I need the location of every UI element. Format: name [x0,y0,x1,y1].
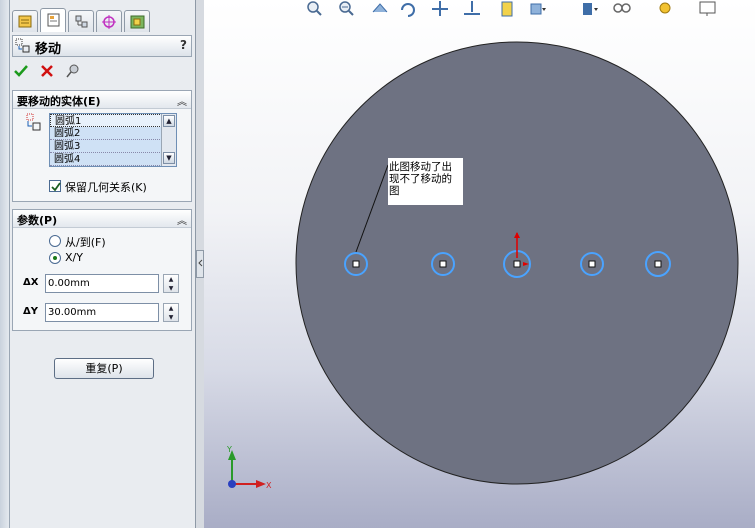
feature-title: 移动 [35,42,62,57]
keep-relations-label: 保留几何关系(K) [65,181,147,194]
collapse-icon[interactable]: ︽ [177,212,187,227]
annotation-line-2: 现不了移动的 [389,172,452,185]
from-to-label: 从/到(F) [65,236,106,249]
cancel-button[interactable] [38,62,56,80]
entities-listbox[interactable]: 圆弧1 圆弧2 圆弧3 圆弧4 ▲ ▼ [49,113,177,167]
feature-tree-icon [18,15,32,28]
property-manager-tab[interactable] [40,8,66,32]
list-item[interactable]: 圆弧3 [50,140,162,153]
delta-y-field[interactable]: 30.00mm [45,303,159,322]
scroll-up-arrow-icon[interactable]: ▲ [163,115,175,127]
spin-down-icon[interactable]: ▼ [164,284,178,293]
collapse-icon[interactable]: ︽ [177,93,187,108]
spin-down-icon[interactable]: ▼ [164,313,178,322]
listbox-scrollbar[interactable]: ▲ ▼ [161,114,176,166]
dimxpert-tab[interactable] [96,10,122,32]
parameters-group-header[interactable]: 参数(P) ︽ [13,210,191,228]
delta-x-spinner[interactable]: ▲ ▼ [163,274,179,293]
feature-manager-tab[interactable] [12,10,38,32]
configuration-manager-tab[interactable] [68,10,94,32]
list-item[interactable]: 圆弧4 [50,153,162,166]
display-icon [130,15,145,29]
xy-radio[interactable] [49,252,61,264]
property-icon [47,13,60,27]
annotation-line-1: 此图移动了出 [389,160,452,173]
checkmark-icon [51,182,61,192]
entities-to-move-group: 要移动的实体(E) ︽ 圆弧1 圆弧2 圆弧3 圆弧4 ▲ ▼ 保留几何关系(K… [12,90,192,202]
manager-tabs [10,8,196,34]
repeat-button[interactable]: 重复(P) [54,358,154,379]
check-icon [14,65,28,77]
configuration-icon [75,15,88,28]
crosshair-icon [102,15,116,29]
list-item[interactable]: 圆弧1 [50,114,162,127]
reference-triad: Y X [226,445,272,490]
scroll-down-arrow-icon[interactable]: ▼ [163,152,175,164]
collapse-panel-icon [198,259,203,267]
from-to-radio[interactable] [49,235,61,247]
feature-title-bar: 移动 ? [12,35,192,57]
x-icon [41,65,53,77]
pin-button[interactable] [64,62,82,80]
entities-group-header[interactable]: 要移动的实体(E) ︽ [13,91,191,109]
confirm-row [12,62,192,82]
triad-y-label: Y [226,445,232,454]
parameters-group: 参数(P) ︽ 从/到(F) X/Y ΔX 0.00mm ▲ ▼ ΔY 30.00… [12,209,192,331]
xy-label: X/Y [65,251,83,264]
delta-x-field[interactable]: 0.00mm [45,274,159,293]
delta-x-label: ΔX [23,277,39,288]
sketch-entities-icon [26,113,41,131]
keep-relations-checkbox[interactable] [49,180,61,192]
ok-button[interactable] [12,62,30,80]
left-window-strip [0,0,10,528]
pushpin-icon [66,64,79,78]
help-button[interactable]: ? [180,38,187,52]
spin-up-icon[interactable]: ▲ [164,304,178,313]
sketch-canvas[interactable]: 此图移动了出 现不了移动的 图 Y X [204,0,755,528]
entities-group-title: 要移动的实体(E) [17,95,101,108]
property-manager-panel: 移动 ? 要移动的实体(E) ︽ 圆弧1 圆弧2 圆弧3 圆弧4 ▲ ▼ 保留几… [10,0,196,528]
delta-y-spinner[interactable]: ▲ ▼ [163,303,179,322]
parameters-group-title: 参数(P) [17,214,58,227]
spin-up-icon[interactable]: ▲ [164,275,178,284]
display-manager-tab[interactable] [124,10,150,32]
annotation-line-3: 图 [389,185,400,197]
list-item[interactable]: 圆弧2 [50,127,162,140]
move-entities-icon [15,38,30,53]
panel-splitter[interactable] [196,250,204,278]
graphics-viewport[interactable]: 此图移动了出 现不了移动的 图 Y X [204,0,755,528]
triad-x-label: X [266,481,272,490]
delta-y-label: ΔY [23,306,38,317]
